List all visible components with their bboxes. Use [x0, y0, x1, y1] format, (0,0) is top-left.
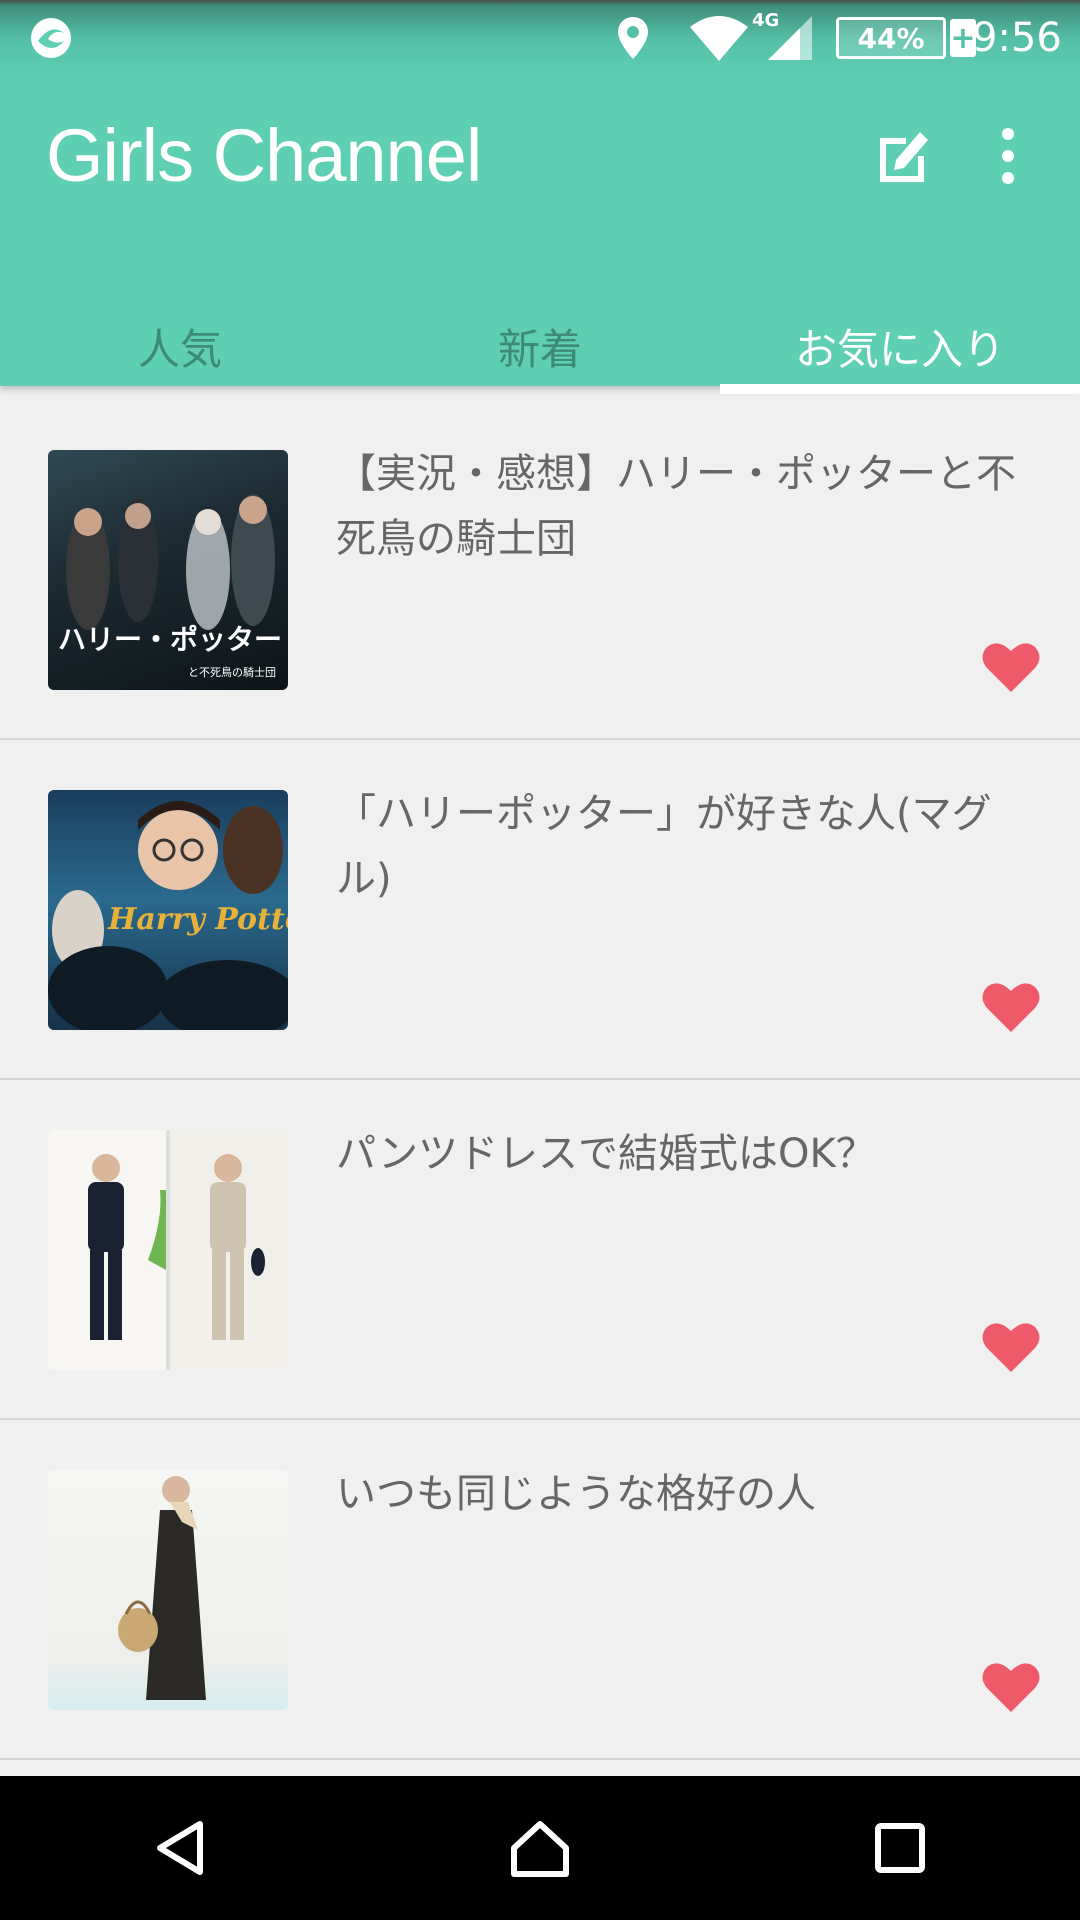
app-title: Girls Channel	[46, 114, 482, 197]
list-item[interactable]: ハリー・ポッター と不死鳥の騎士団 【実況・感想】ハリー・ポッターと不死鳥の騎士…	[0, 400, 1080, 740]
list-item[interactable]: Harry Potter 「ハリーポッター」が好きな人(マグル)	[0, 740, 1080, 1080]
app-notification-icon	[28, 0, 74, 76]
list-item[interactable]: いつも同じような格好の人	[0, 1420, 1080, 1760]
compose-icon[interactable]	[872, 124, 936, 188]
list-item[interactable]: パンツドレスで結婚式はOK？	[0, 1080, 1080, 1420]
tab-bar: 人気 新着 お気に入り	[0, 306, 1080, 394]
thumbnail: ハリー・ポッター と不死鳥の騎士団	[48, 450, 288, 690]
heart-icon[interactable]	[982, 980, 1040, 1034]
item-title: いつも同じような格好の人	[336, 1471, 816, 1517]
item-title: 【実況・感想】ハリー・ポッターと不死鳥の騎士団	[336, 451, 1016, 562]
thumbnail-title: Harry Potter	[108, 902, 288, 937]
battery-percent: 44%	[857, 21, 925, 55]
app-bar: Girls Channel 人気 新着 お気に入り	[0, 76, 1080, 394]
thumbnail: Harry Potter	[48, 790, 288, 1030]
heart-icon[interactable]	[982, 640, 1040, 694]
back-icon[interactable]	[120, 1788, 240, 1908]
home-icon[interactable]	[480, 1788, 600, 1908]
battery-icon: 44% +	[836, 0, 976, 76]
thumbnail-title: ハリー・ポッター	[58, 623, 283, 656]
more-vert-icon[interactable]	[990, 124, 1026, 188]
item-title: パンツドレスで結婚式はOK？	[336, 1131, 876, 1177]
wifi-icon	[688, 0, 750, 76]
tab-new[interactable]: 新着	[360, 306, 720, 386]
tab-popular[interactable]: 人気	[0, 306, 360, 386]
heart-icon[interactable]	[982, 1320, 1040, 1374]
tab-favorites[interactable]: お気に入り	[720, 306, 1080, 394]
signal-icon	[766, 0, 814, 76]
thumbnail-subtitle: と不死鳥の騎士団	[188, 666, 276, 679]
thumbnail	[48, 1470, 288, 1710]
status-bar: 4G 44% + 9:56	[0, 0, 1080, 76]
item-title: 「ハリーポッター」が好きな人(マグル)	[336, 791, 992, 902]
thumbnail	[48, 1130, 288, 1370]
clock: 9:56	[972, 15, 1062, 61]
location-icon	[616, 0, 650, 76]
system-nav-bar	[0, 1776, 1080, 1920]
heart-icon[interactable]	[982, 1660, 1040, 1714]
recents-icon[interactable]	[840, 1788, 960, 1908]
favorites-list: ハリー・ポッター と不死鳥の騎士団 【実況・感想】ハリー・ポッターと不死鳥の騎士…	[0, 400, 1080, 1760]
